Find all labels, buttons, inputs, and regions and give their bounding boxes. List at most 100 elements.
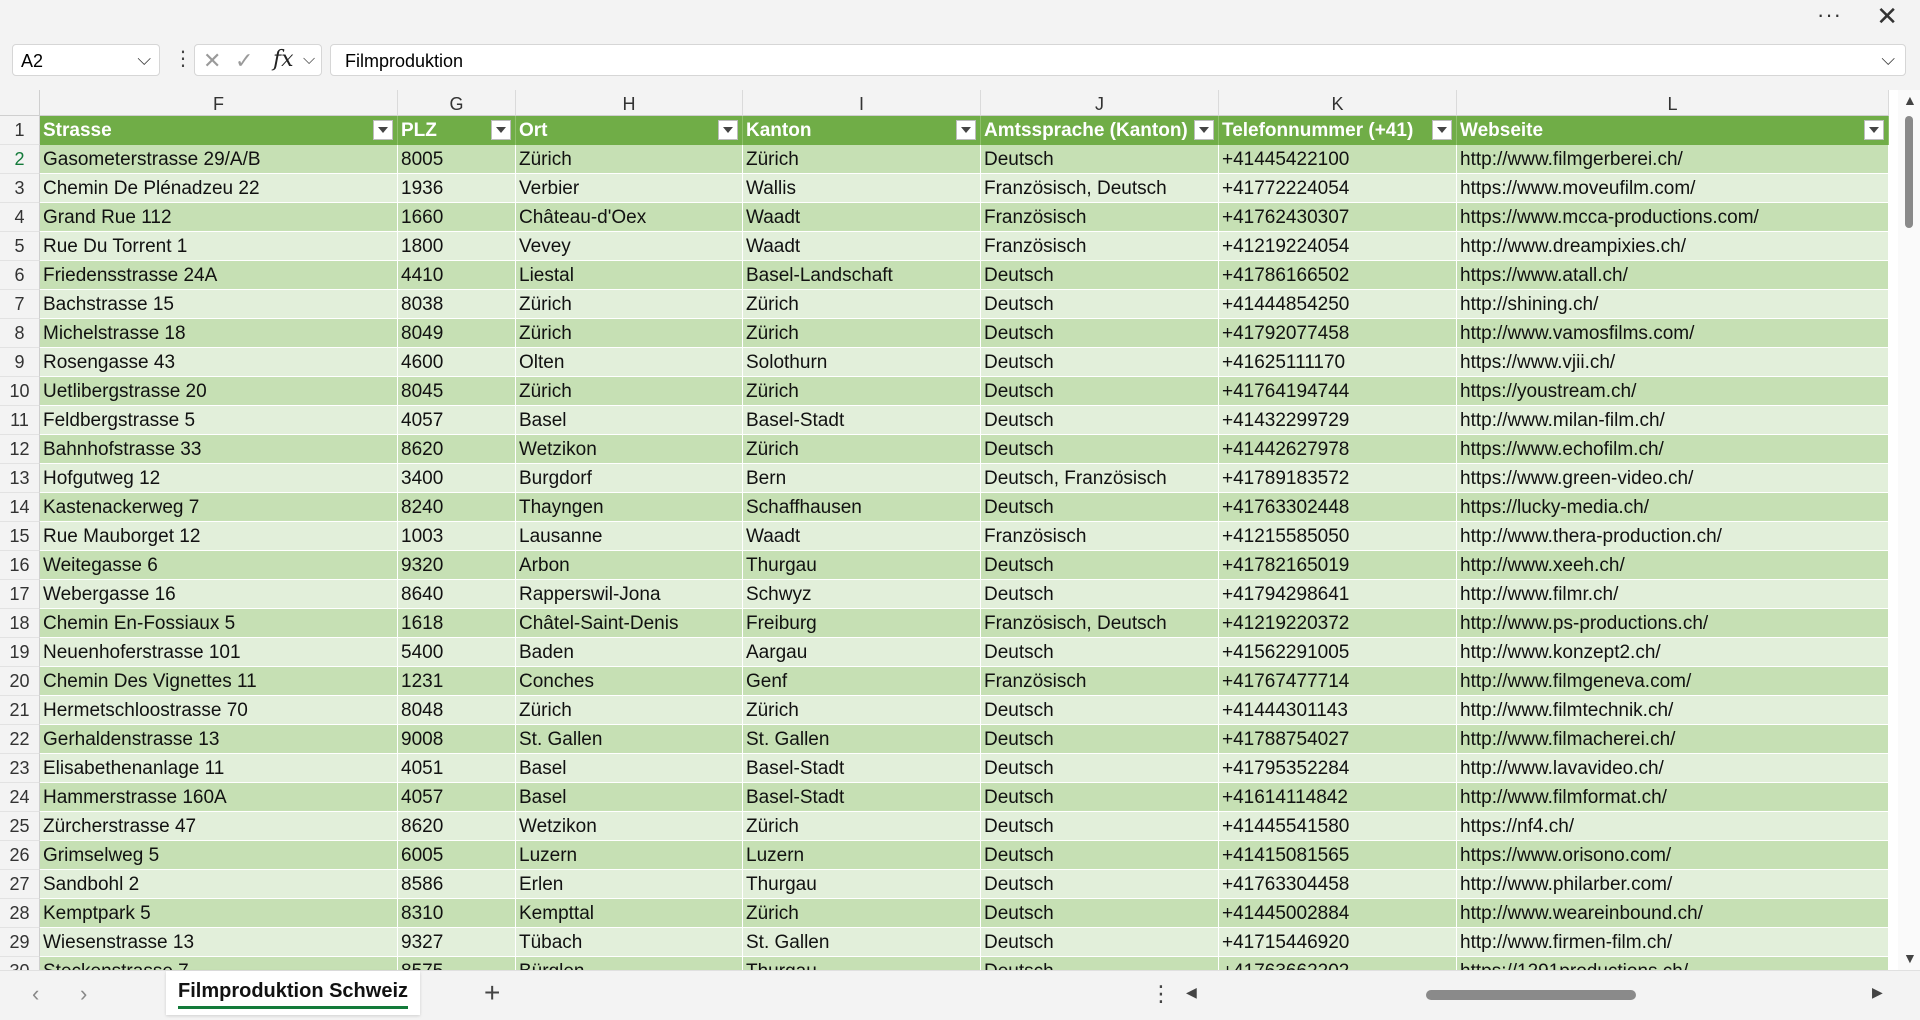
- table-cell[interactable]: +41782165019: [1219, 551, 1457, 580]
- row-header[interactable]: 3: [0, 174, 40, 203]
- table-cell[interactable]: Steckenstrasse 7: [40, 957, 398, 970]
- table-cell[interactable]: Baden: [516, 638, 743, 667]
- table-cell[interactable]: Weitegasse 6: [40, 551, 398, 580]
- row-header[interactable]: 18: [0, 609, 40, 638]
- table-cell[interactable]: Deutsch: [981, 957, 1219, 970]
- table-cell[interactable]: +41767477714: [1219, 667, 1457, 696]
- filter-dropdown-icon[interactable]: [956, 120, 976, 140]
- table-cell[interactable]: https://youstream.ch/: [1457, 377, 1889, 406]
- table-cell[interactable]: +41444301143: [1219, 696, 1457, 725]
- table-cell[interactable]: Thurgau: [743, 870, 981, 899]
- table-cell[interactable]: Kastenackerweg 7: [40, 493, 398, 522]
- table-cell[interactable]: +41219224054: [1219, 232, 1457, 261]
- table-cell[interactable]: http://shining.ch/: [1457, 290, 1889, 319]
- table-cell[interactable]: Hammerstrasse 160A: [40, 783, 398, 812]
- table-cell[interactable]: Französisch, Deutsch: [981, 174, 1219, 203]
- table-cell[interactable]: 1618: [398, 609, 516, 638]
- table-cell[interactable]: 8620: [398, 435, 516, 464]
- table-cell[interactable]: Deutsch: [981, 435, 1219, 464]
- table-cell[interactable]: Hermetschloostrasse 70: [40, 696, 398, 725]
- table-cell[interactable]: 1800: [398, 232, 516, 261]
- table-cell[interactable]: Aargau: [743, 638, 981, 667]
- table-cell[interactable]: Elisabethenanlage 11: [40, 754, 398, 783]
- table-cell[interactable]: http://www.firmen-film.ch/: [1457, 928, 1889, 957]
- chevron-right-icon[interactable]: ›: [80, 981, 87, 1007]
- row-header[interactable]: 20: [0, 667, 40, 696]
- table-cell[interactable]: +41444854250: [1219, 290, 1457, 319]
- row-header[interactable]: 6: [0, 261, 40, 290]
- scroll-down-icon[interactable]: ▼: [1903, 950, 1917, 966]
- table-cell[interactable]: Bern: [743, 464, 981, 493]
- table-cell[interactable]: Deutsch: [981, 145, 1219, 174]
- table-cell[interactable]: Zürich: [516, 696, 743, 725]
- table-cell[interactable]: Zürich: [516, 377, 743, 406]
- table-cell[interactable]: Zürich: [516, 319, 743, 348]
- table-cell[interactable]: Kempttal: [516, 899, 743, 928]
- table-cell[interactable]: Rosengasse 43: [40, 348, 398, 377]
- vertical-dots-icon[interactable]: ⋮: [1150, 981, 1172, 1007]
- table-cell[interactable]: 3400: [398, 464, 516, 493]
- table-cell[interactable]: Hofgutweg 12: [40, 464, 398, 493]
- table-cell[interactable]: 8240: [398, 493, 516, 522]
- table-cell[interactable]: +41795352284: [1219, 754, 1457, 783]
- table-cell[interactable]: Grimselweg 5: [40, 841, 398, 870]
- table-cell[interactable]: +41763302448: [1219, 493, 1457, 522]
- table-cell[interactable]: Deutsch: [981, 377, 1219, 406]
- table-cell[interactable]: http://www.ps-productions.ch/: [1457, 609, 1889, 638]
- table-cell[interactable]: 4051: [398, 754, 516, 783]
- row-header[interactable]: 26: [0, 841, 40, 870]
- table-cell[interactable]: Luzern: [743, 841, 981, 870]
- close-icon[interactable]: ✕: [1876, 1, 1898, 32]
- table-cell[interactable]: http://www.dreampixies.ch/: [1457, 232, 1889, 261]
- column-header-l[interactable]: L: [1457, 90, 1889, 116]
- table-cell[interactable]: Deutsch: [981, 754, 1219, 783]
- row-header[interactable]: 25: [0, 812, 40, 841]
- table-cell[interactable]: https://www.green-video.ch/: [1457, 464, 1889, 493]
- table-cell[interactable]: Friedensstrasse 24A: [40, 261, 398, 290]
- table-cell[interactable]: Deutsch: [981, 638, 1219, 667]
- name-box[interactable]: A2 ⌵: [12, 44, 160, 76]
- table-cell[interactable]: https://www.vjii.ch/: [1457, 348, 1889, 377]
- table-cell[interactable]: Feldbergstrasse 5: [40, 406, 398, 435]
- table-cell[interactable]: Vevey: [516, 232, 743, 261]
- table-cell[interactable]: 8049: [398, 319, 516, 348]
- table-cell[interactable]: http://www.vamosfilms.com/: [1457, 319, 1889, 348]
- table-cell[interactable]: 8310: [398, 899, 516, 928]
- table-cell[interactable]: Basel-Stadt: [743, 754, 981, 783]
- table-cell[interactable]: https://www.echofilm.ch/: [1457, 435, 1889, 464]
- table-cell[interactable]: 9320: [398, 551, 516, 580]
- table-cell[interactable]: Thurgau: [743, 957, 981, 970]
- row-header[interactable]: 16: [0, 551, 40, 580]
- table-cell[interactable]: Deutsch: [981, 406, 1219, 435]
- table-cell[interactable]: Deutsch: [981, 261, 1219, 290]
- table-cell[interactable]: 8586: [398, 870, 516, 899]
- row-header[interactable]: 5: [0, 232, 40, 261]
- table-cell[interactable]: Schaffhausen: [743, 493, 981, 522]
- table-cell[interactable]: Französisch: [981, 232, 1219, 261]
- expand-formula-icon[interactable]: ⌵: [1881, 49, 1895, 70]
- table-cell[interactable]: Waadt: [743, 232, 981, 261]
- table-cell[interactable]: Michelstrasse 18: [40, 319, 398, 348]
- table-cell[interactable]: +41764194744: [1219, 377, 1457, 406]
- table-cell[interactable]: 8575: [398, 957, 516, 970]
- chevron-left-icon[interactable]: ‹: [32, 981, 39, 1007]
- table-header-cell[interactable]: Kanton: [743, 116, 981, 145]
- table-cell[interactable]: https://lucky-media.ch/: [1457, 493, 1889, 522]
- table-cell[interactable]: +41794298641: [1219, 580, 1457, 609]
- scroll-right-icon[interactable]: ▶: [1872, 984, 1883, 1001]
- table-cell[interactable]: http://www.filmgerberei.ch/: [1457, 145, 1889, 174]
- table-cell[interactable]: Freiburg: [743, 609, 981, 638]
- filter-dropdown-icon[interactable]: [718, 120, 738, 140]
- sheet-tab[interactable]: Filmproduktion Schweiz: [166, 971, 420, 1015]
- row-header[interactable]: 30: [0, 957, 40, 970]
- table-cell[interactable]: https://www.mcca-productions.com/: [1457, 203, 1889, 232]
- table-cell[interactable]: Wallis: [743, 174, 981, 203]
- table-cell[interactable]: Rue Mauborget 12: [40, 522, 398, 551]
- filter-dropdown-icon[interactable]: [1864, 120, 1884, 140]
- table-cell[interactable]: Tübach: [516, 928, 743, 957]
- table-cell[interactable]: http://www.philarber.com/: [1457, 870, 1889, 899]
- table-cell[interactable]: http://www.milan-film.ch/: [1457, 406, 1889, 435]
- table-cell[interactable]: https://1291productions.ch/: [1457, 957, 1889, 970]
- table-cell[interactable]: 6005: [398, 841, 516, 870]
- table-cell[interactable]: Chemin De Plénadzeu 22: [40, 174, 398, 203]
